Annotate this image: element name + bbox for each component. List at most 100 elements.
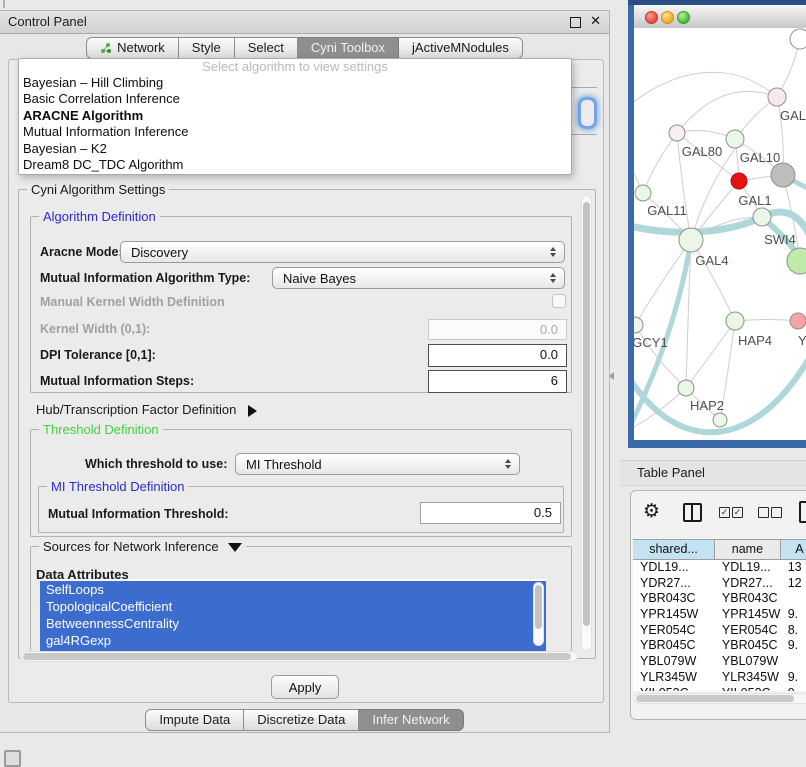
table-cell[interactable]: YPR145W [715, 607, 781, 623]
attribute-item[interactable]: SelfLoops [40, 581, 546, 598]
table-cell[interactable]: YBR043C [715, 591, 781, 607]
tab-discretize-data[interactable]: Discretize Data [244, 709, 359, 731]
algorithm-option[interactable]: Bayesian – Hill Climbing [19, 75, 571, 91]
list-scrollbar[interactable] [533, 582, 544, 646]
table-row[interactable]: YIL052CYIL052C9 [633, 686, 806, 692]
restore-panel-button[interactable] [4, 750, 21, 767]
table-row[interactable]: YBR043CYBR043C [633, 591, 806, 607]
network-canvas[interactable]: GAL GAL80 GAL10 GAL1 GAL11 SWI4 GAL4 GCY… [634, 28, 806, 440]
which-threshold-select[interactable]: MI Threshold [235, 453, 520, 475]
algorithm-option[interactable]: Dream8 DC_TDC Algorithm [19, 157, 571, 173]
column-header[interactable]: name [715, 540, 781, 559]
node-gcy1[interactable] [634, 317, 643, 333]
table-row[interactable]: YBR045CYBR045C9. [633, 638, 806, 654]
table-cell[interactable]: YER054C [715, 623, 781, 639]
column-header[interactable]: shared... [633, 540, 715, 559]
table-row[interactable]: YBL079WYBL079W [633, 654, 806, 670]
node-gal4[interactable] [679, 228, 703, 252]
table-cell[interactable]: YDR27... [715, 576, 781, 592]
manual-kernel-checkbox[interactable] [552, 294, 566, 308]
node-swi4[interactable] [753, 208, 771, 226]
settings-vertical-scrollbar[interactable] [581, 195, 592, 651]
table-cell[interactable]: YBR045C [715, 638, 781, 654]
table-cell[interactable]: YBR045C [633, 638, 715, 654]
table-cell[interactable]: YBR043C [633, 591, 715, 607]
table-cell[interactable] [781, 654, 806, 670]
table-cell[interactable]: YDL19... [633, 560, 715, 576]
table-cell[interactable]: 13 [781, 560, 806, 576]
float-panel-icon[interactable] [570, 17, 581, 28]
minimize-window-icon[interactable] [661, 11, 674, 24]
table-function-icon[interactable] [799, 501, 806, 523]
kernel-width-input[interactable]: 0.0 [428, 319, 567, 340]
table-row[interactable]: YDL19...YDL19...13 [633, 560, 806, 576]
node-bottom-partial[interactable] [713, 413, 727, 427]
node-gal-pink[interactable] [768, 88, 786, 106]
table-cell[interactable]: YER054C [633, 623, 715, 639]
node-gal11[interactable] [635, 185, 651, 201]
node-gray[interactable] [771, 163, 795, 187]
node-gal80[interactable] [669, 125, 685, 141]
table-cell[interactable]: 9. [781, 670, 806, 686]
algorithm-option-selected[interactable]: ARACNE Algorithm [19, 108, 571, 124]
algorithm-option[interactable]: Mutual Information Inference [19, 124, 571, 140]
mi-steps-input[interactable]: 6 [428, 370, 567, 393]
aracne-mode-select[interactable]: Discovery [120, 241, 565, 263]
tab-style[interactable]: Style [179, 37, 235, 59]
columns-icon[interactable] [683, 503, 702, 522]
table-cell[interactable]: 12 [781, 576, 806, 592]
panel-splitter-handle[interactable] [609, 372, 614, 380]
node-gal10[interactable] [726, 130, 744, 148]
checked-checkbox-icon[interactable]: ✓ [732, 507, 743, 518]
table-cell[interactable]: YPR145W [633, 607, 715, 623]
attribute-item[interactable]: TopologicalCoefficient [40, 598, 546, 615]
tab-network[interactable]: Network [86, 37, 179, 59]
dpi-tolerance-input[interactable]: 0.0 [428, 344, 567, 367]
table-cell[interactable]: 8. [781, 623, 806, 639]
mi-threshold-input[interactable]: 0.5 [420, 502, 561, 524]
table-cell[interactable]: YBL079W [715, 654, 781, 670]
checked-checkbox-icon[interactable]: ✓ [719, 507, 730, 518]
table-horizontal-scrollbar[interactable] [633, 693, 806, 704]
table-row[interactable]: YER054CYER054C8. [633, 623, 806, 639]
apply-button[interactable]: Apply [271, 675, 339, 699]
tab-impute-data[interactable]: Impute Data [145, 709, 244, 731]
zoom-window-icon[interactable] [677, 11, 690, 24]
algorithm-option[interactable]: Basic Correlation Inference [19, 91, 571, 107]
table-row[interactable]: YPR145WYPR145W9. [633, 607, 806, 623]
table-row[interactable]: YDR27...YDR27...12 [633, 576, 806, 592]
sources-toggle[interactable]: Sources for Network Inference [39, 539, 246, 554]
unchecked-checkbox-icon[interactable] [771, 507, 782, 518]
table-cell[interactable]: 9 [781, 686, 806, 692]
node-green-right[interactable] [787, 248, 806, 274]
tab-infer-network[interactable]: Infer Network [359, 709, 463, 731]
gear-icon[interactable]: ⚙ [643, 500, 660, 523]
node-hap4[interactable] [726, 312, 744, 330]
close-window-icon[interactable] [645, 11, 658, 24]
table-row[interactable]: YLR345WYLR345W9. [633, 670, 806, 686]
tab-jactivemnodules[interactable]: jActiveMNodules [399, 37, 523, 59]
column-header[interactable]: A [781, 540, 806, 559]
table-cell[interactable]: YBL079W [633, 654, 715, 670]
table-cell[interactable] [781, 591, 806, 607]
unchecked-checkbox-icon[interactable] [758, 507, 769, 518]
network-window-titlebar[interactable] [634, 5, 806, 29]
close-panel-icon[interactable]: ✕ [590, 13, 601, 29]
table-cell[interactable]: YIL052C [715, 686, 781, 692]
node-hap2[interactable] [678, 380, 694, 396]
algorithm-option[interactable]: Bayesian – K2 [19, 141, 571, 157]
tab-cyni-toolbox[interactable]: Cyni Toolbox [298, 37, 399, 59]
attribute-item[interactable]: BetweennessCentrality [40, 615, 546, 632]
mi-algorithm-type-select[interactable]: Naive Bayes [272, 267, 565, 289]
table-cell[interactable]: 9. [781, 638, 806, 654]
tab-select[interactable]: Select [235, 37, 298, 59]
node-salmon[interactable] [790, 313, 806, 329]
settings-horizontal-scrollbar[interactable] [20, 651, 578, 662]
table-cell[interactable]: YDL19... [715, 560, 781, 576]
table-cell[interactable]: YLR345W [633, 670, 715, 686]
node-unlabeled[interactable] [790, 29, 806, 49]
table-cell[interactable]: YIL052C [633, 686, 715, 692]
table-cell[interactable]: YDR27... [633, 576, 715, 592]
attribute-item[interactable]: gal4RGexp [40, 632, 546, 649]
table-cell[interactable]: 9. [781, 607, 806, 623]
